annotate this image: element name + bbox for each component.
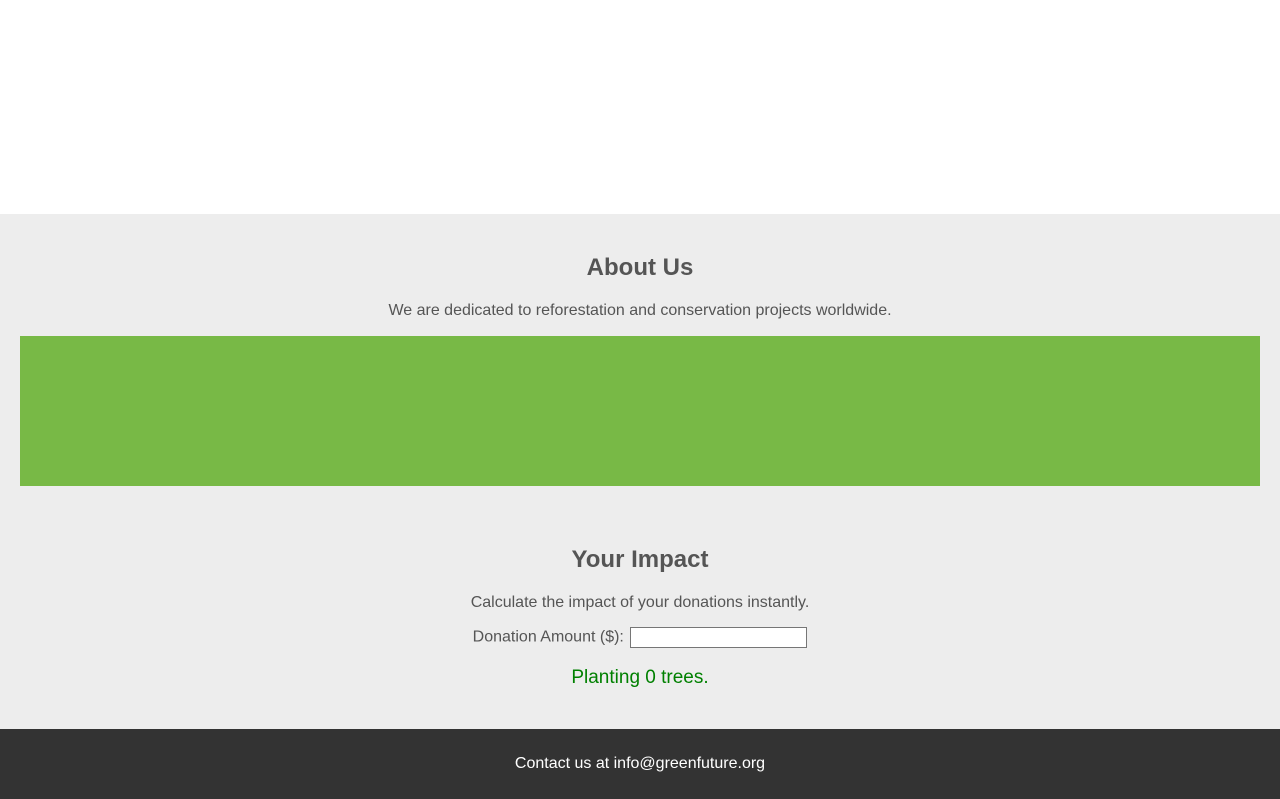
footer-contact-text: Contact us at info@greenfuture.org	[514, 755, 766, 772]
main-section: About Us We are dedicated to reforestati…	[0, 214, 1280, 729]
trees-result-text: Planting 0 trees.	[571, 667, 709, 688]
donation-label: Donation Amount ($):	[472, 628, 624, 646]
donation-amount-input[interactable]	[630, 627, 808, 648]
donation-row: Donation Amount ($):	[0, 627, 1280, 648]
impact-text: Calculate the impact of your donations i…	[470, 594, 810, 611]
footer: Contact us at info@greenfuture.org	[0, 729, 1280, 799]
green-banner	[20, 336, 1260, 486]
about-text: We are dedicated to reforestation and co…	[388, 302, 892, 319]
impact-heading: Your Impact	[571, 546, 709, 573]
top-blank-area	[0, 0, 1280, 214]
about-heading: About Us	[586, 254, 694, 281]
